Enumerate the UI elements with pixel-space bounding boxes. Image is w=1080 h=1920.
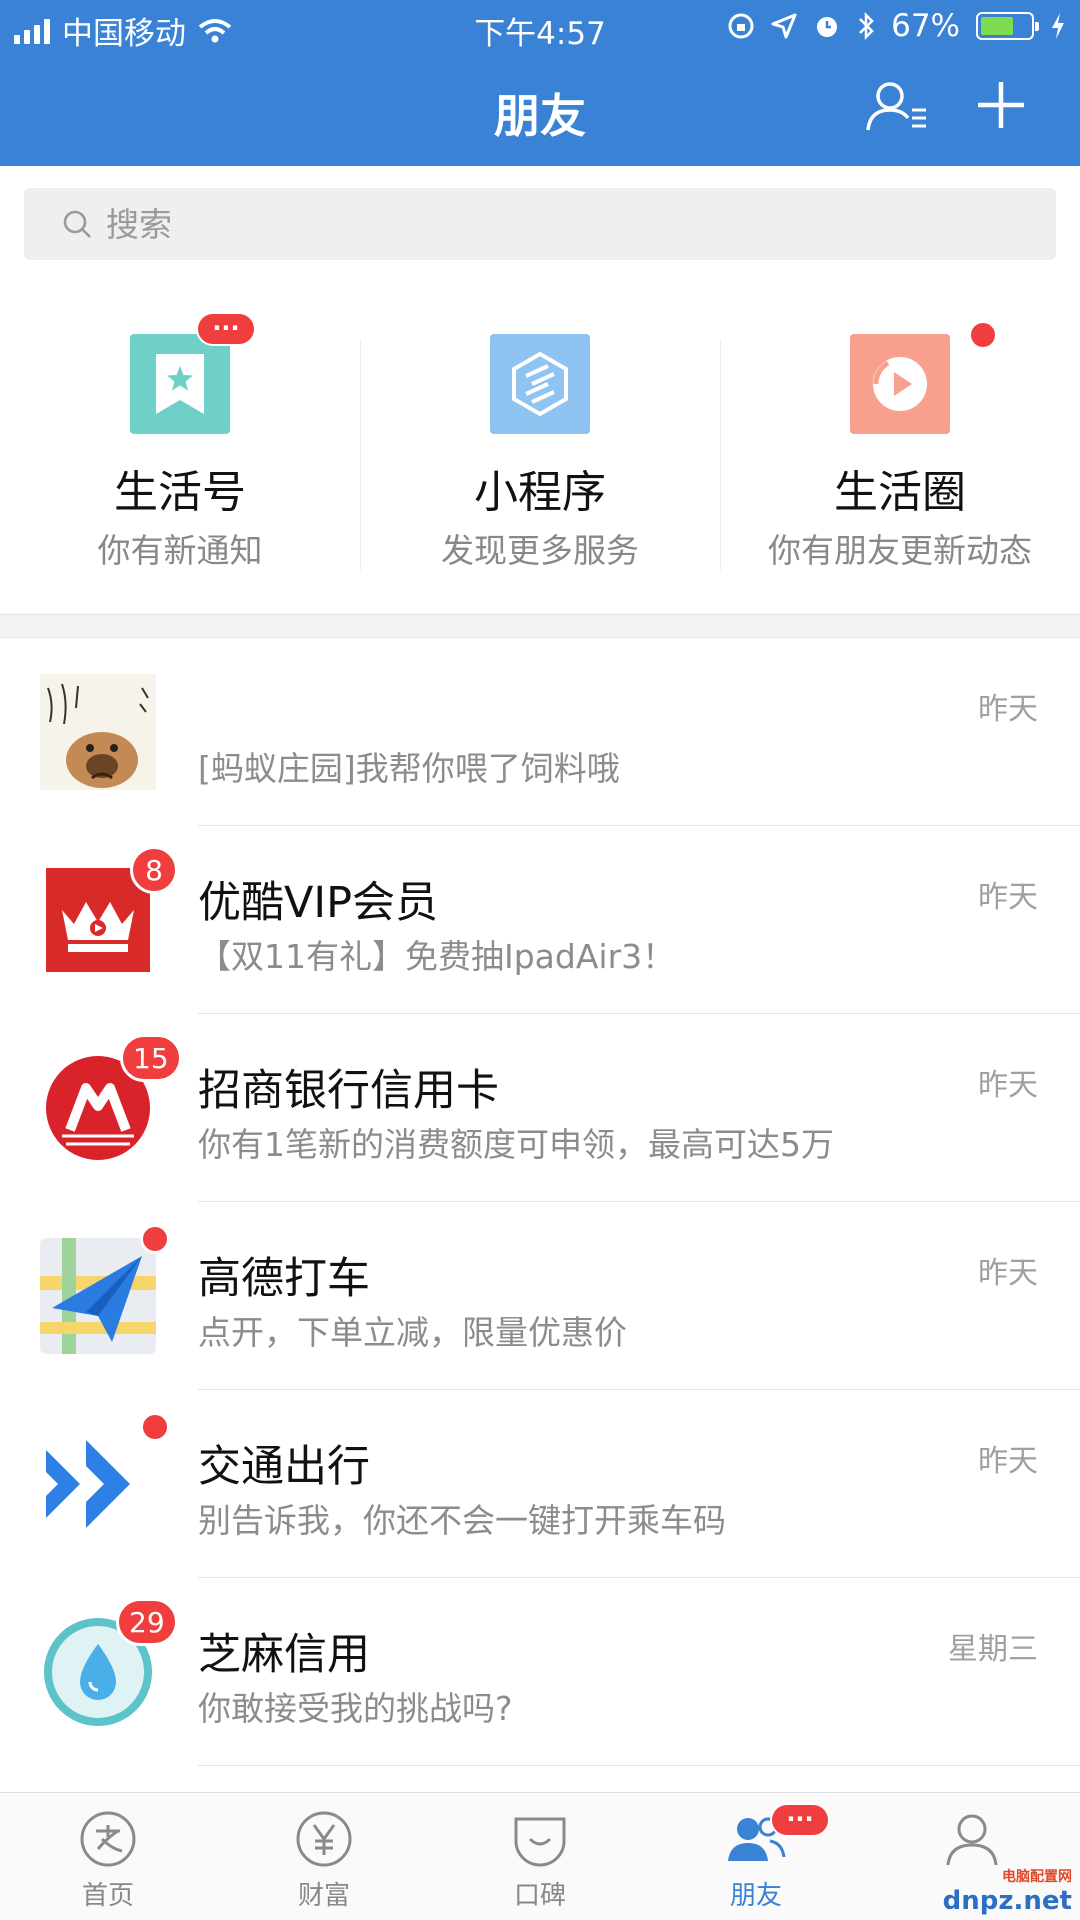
item-message: 【双11有礼】免费抽IpadAir3！ — [198, 937, 676, 976]
item-time: 星期三 — [948, 1632, 1038, 1667]
status-right: 67% — [727, 8, 1066, 44]
item-name: 高德打车 — [198, 1254, 370, 1304]
tab-home[interactable]: 首页 — [0, 1793, 216, 1920]
life-account-title: 生活号 — [114, 467, 246, 518]
tab-me[interactable]: 电脑配置网 dnpz.net — [864, 1793, 1080, 1920]
list-item-transit[interactable]: 交通出行 别告诉我，你还不会一键打开乘车码 昨天 — [0, 1390, 1080, 1578]
mini-program-icon — [490, 334, 590, 434]
tab-friends-label: 朋友 — [729, 1881, 782, 1911]
life-account-icon — [130, 334, 230, 434]
list-item-youku[interactable]: 8 优酷VIP会员 【双11有礼】免费抽IpadAir3！ 昨天 — [0, 826, 1080, 1014]
tab-koubei[interactable]: 口碑 — [432, 1793, 648, 1920]
tab-wealth[interactable]: 财富 — [216, 1793, 432, 1920]
alarm-icon — [817, 17, 838, 37]
item-name: 交通出行 — [198, 1442, 370, 1492]
unread-badge: 29 — [116, 1598, 178, 1646]
watermark: 电脑配置网 dnpz.net — [943, 1866, 1072, 1916]
tab-home-label: 首页 — [81, 1881, 134, 1911]
item-message: 点开，下单立减，限量优惠价 — [198, 1313, 627, 1352]
mini-program-title: 小程序 — [474, 467, 606, 518]
profile-icon — [946, 1814, 998, 1866]
unread-badge: 15 — [120, 1034, 182, 1082]
koubei-icon — [514, 1817, 566, 1867]
status-bar: 中国移动 下午4:57 67% — [0, 0, 1080, 54]
unread-dot — [140, 1224, 170, 1254]
service-grid: ··· 生活号 你有新通知 小程序 发现更多服务 生活圈 你有朋友更新动态 — [0, 300, 1080, 600]
bluetooth-icon — [859, 11, 874, 41]
search-icon — [63, 210, 91, 238]
search-bar[interactable] — [24, 188, 1056, 260]
life-circle-title: 生活圈 — [834, 467, 966, 518]
watermark-text: dnpz.net — [942, 1886, 1072, 1916]
item-time: 昨天 — [978, 1444, 1038, 1479]
list-item-amap-taxi[interactable]: 高德打车 点开，下单立减，限量优惠价 昨天 — [0, 1202, 1080, 1390]
mini-program-subtitle: 发现更多服务 — [441, 531, 639, 570]
item-message: 你有1笔新的消费额度可申领，最高可达5万 — [198, 1125, 834, 1164]
list-item-zhima-credit[interactable]: 29 芝麻信用 你敢接受我的挑战吗? 星期三 — [0, 1578, 1080, 1766]
tab-friends[interactable]: ··· 朋友 — [648, 1793, 864, 1920]
search-input[interactable] — [106, 204, 906, 244]
charging-icon — [1052, 13, 1064, 39]
section-divider — [0, 614, 1080, 638]
contacts-icon[interactable] — [866, 80, 930, 134]
wealth-yuan-icon — [296, 1811, 352, 1867]
row-divider — [198, 1765, 1080, 1766]
list-item-ant-farm[interactable]: [蚂蚁庄园]我帮你喂了饲料哦 昨天 — [0, 638, 1080, 826]
alipay-home-icon — [80, 1811, 136, 1867]
life-circle-dot — [968, 320, 998, 350]
tab-wealth-label: 财富 — [297, 1881, 350, 1911]
item-name: 招商银行信用卡 — [198, 1066, 499, 1116]
service-mini-program[interactable]: 小程序 发现更多服务 — [360, 300, 720, 600]
tab-koubei-label: 口碑 — [513, 1881, 566, 1911]
location-icon — [771, 13, 797, 39]
transit-arrows-icon — [46, 1440, 130, 1528]
add-icon[interactable] — [976, 80, 1026, 130]
life-circle-subtitle: 你有朋友更新动态 — [768, 531, 1032, 570]
amap-taxi-icon — [40, 1238, 156, 1354]
item-name: 芝麻信用 — [198, 1630, 370, 1680]
item-time: 昨天 — [978, 1256, 1038, 1291]
battery-icon — [976, 12, 1039, 40]
top-bar: 中国移动 下午4:57 67% 朋友 — [0, 0, 1080, 166]
message-list: [蚂蚁庄园]我帮你喂了饲料哦 昨天 8 优酷VIP会员 【双11有礼】免费抽Ip… — [0, 638, 1080, 1766]
item-message: 别告诉我，你还不会一键打开乘车码 — [198, 1501, 726, 1540]
item-message: 你敢接受我的挑战吗? — [198, 1689, 513, 1728]
item-time: 昨天 — [978, 1068, 1038, 1103]
service-life-account[interactable]: ··· 生活号 你有新通知 — [0, 300, 360, 600]
watermark-sub: 电脑配置网 — [1002, 1869, 1072, 1885]
item-time: 昨天 — [978, 692, 1038, 727]
service-life-circle[interactable]: 生活圈 你有朋友更新动态 — [720, 300, 1080, 600]
unread-badge: 8 — [130, 846, 178, 894]
life-account-subtitle: 你有新通知 — [97, 531, 263, 570]
rotation-lock-icon — [728, 13, 754, 39]
item-message: [蚂蚁庄园]我帮你喂了饲料哦 — [198, 749, 620, 788]
battery-percent: 67% — [891, 8, 960, 44]
item-name: 优酷VIP会员 — [198, 878, 439, 928]
list-item-cmb-credit[interactable]: 15 招商银行信用卡 你有1笔新的消费额度可申领，最高可达5万 昨天 — [0, 1014, 1080, 1202]
item-time: 昨天 — [978, 880, 1038, 915]
unread-dot — [140, 1412, 170, 1442]
life-circle-icon — [850, 334, 950, 434]
sticker-avatar — [40, 674, 156, 790]
life-account-badge: ··· — [196, 312, 256, 346]
bottom-tab-bar: 首页 财富 口碑 ··· 朋友 电脑配置网 dnpz.net — [0, 1792, 1080, 1920]
friends-tab-badge: ··· — [770, 1803, 830, 1837]
